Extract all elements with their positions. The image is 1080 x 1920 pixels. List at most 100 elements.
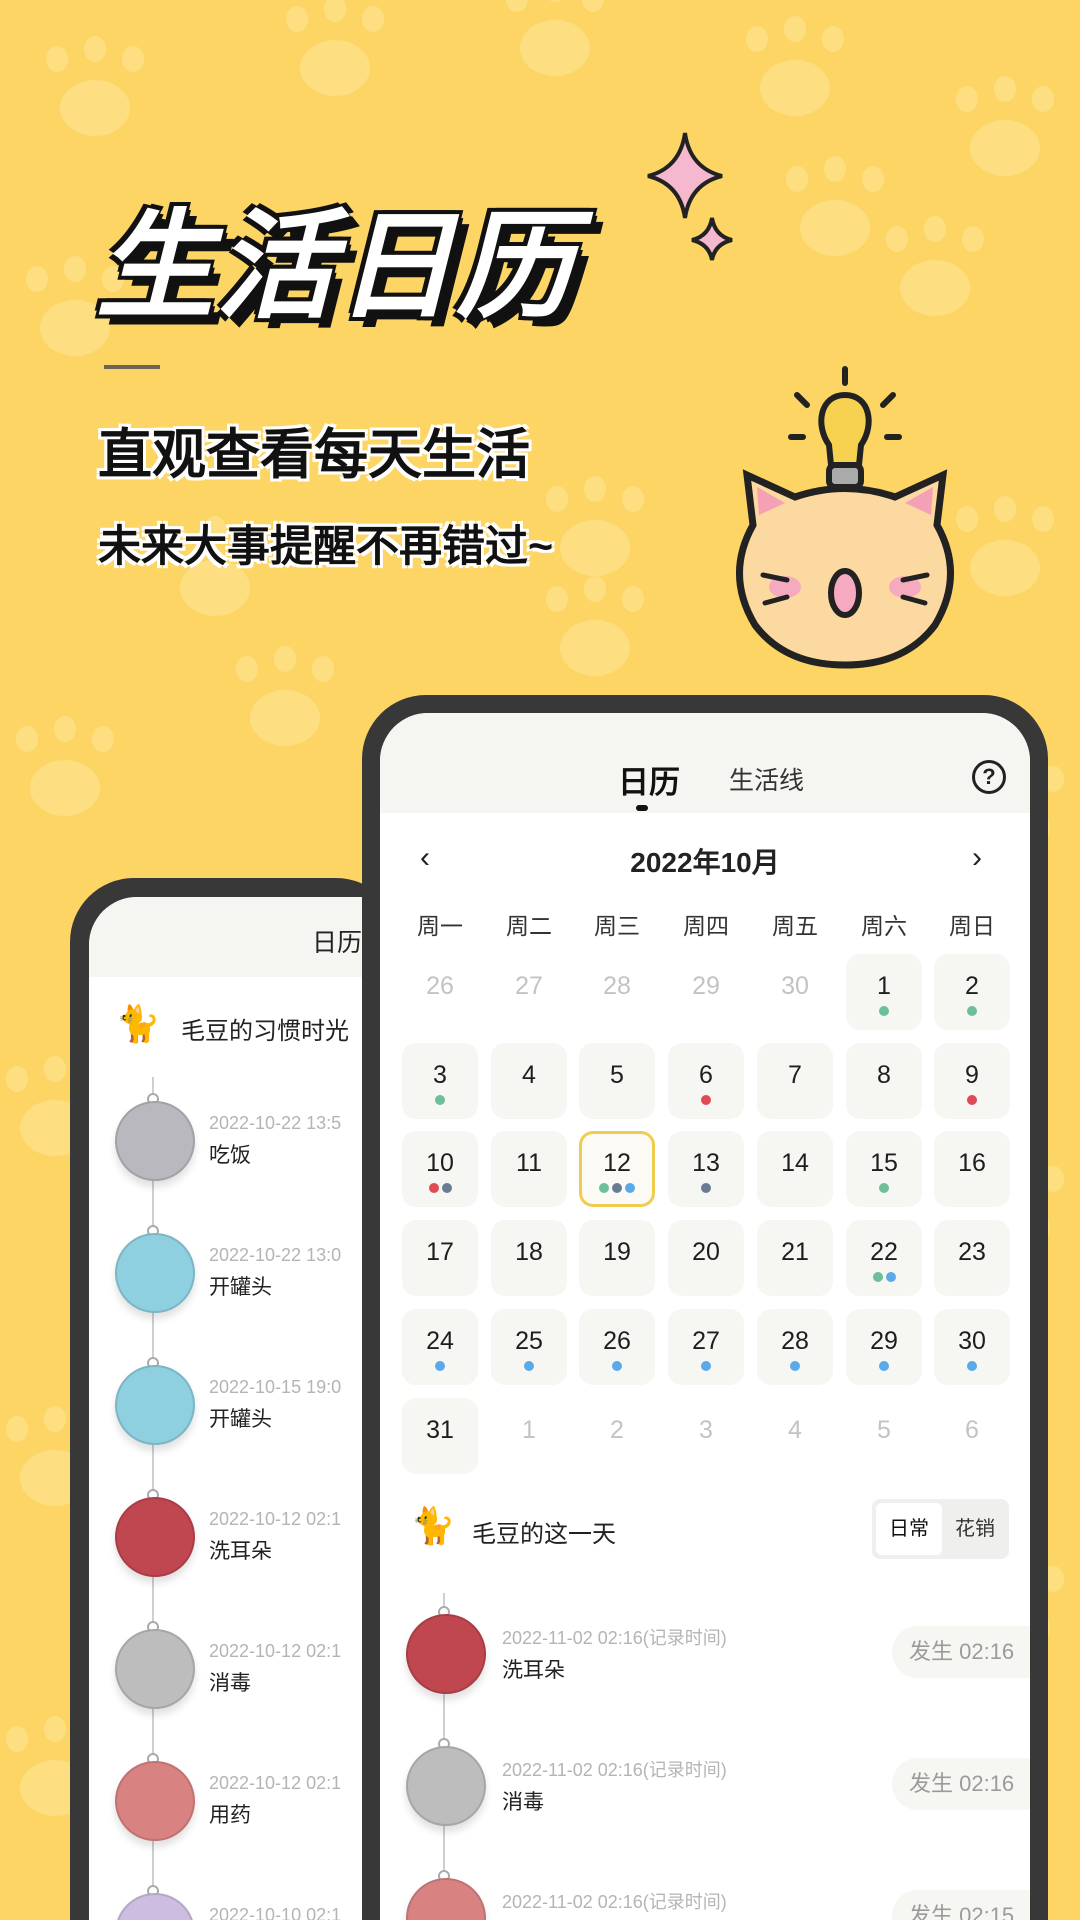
timeline-item[interactable]: 2022-10-12 02:1 消毒 <box>89 1617 389 1717</box>
segment-daily[interactable]: 日常 <box>876 1503 942 1555</box>
timeline-item[interactable]: 2022-11-02 02:16(记录时间) 洗耳朵 发生 02:16 <box>380 1602 1030 1702</box>
tab-lifeline[interactable]: 生活线 <box>729 761 804 797</box>
calendar-day[interactable]: 17 <box>402 1220 478 1297</box>
calendar-day[interactable]: 4 <box>491 1042 567 1119</box>
day-number: 15 <box>870 1149 898 1178</box>
paw-print <box>236 656 258 682</box>
timeline-item[interactable]: 2022-10-12 02:1 洗耳朵 <box>89 1485 389 1585</box>
timeline-item[interactable]: 2022-10-15 19:0 开罐头 <box>89 1353 389 1453</box>
calendar-day[interactable]: 4 <box>757 1398 833 1474</box>
paw-print <box>1032 86 1054 112</box>
calendar-day[interactable]: 25 <box>491 1308 567 1385</box>
paw-print <box>746 26 768 52</box>
timeline-item[interactable]: 2022-10-10 02:1 <box>89 1881 389 1920</box>
calendar-day[interactable]: 2 <box>934 954 1010 1030</box>
calendar-day[interactable]: 27 <box>491 954 567 1030</box>
paw-print <box>520 20 590 76</box>
calendar-day[interactable]: 11 <box>491 1131 567 1208</box>
active-tab-indicator <box>636 805 648 811</box>
promo-tagline: 未来大事提醒不再错过~ <box>98 523 554 571</box>
paw-print <box>6 1416 28 1442</box>
item-date: 2022-10-12 02:1 <box>209 1641 342 1661</box>
calendar-day[interactable]: 26 <box>402 954 478 1030</box>
item-date: 2022-11-02 02:16(记录时间) <box>502 1892 727 1912</box>
item-date: 2022-10-15 19:0 <box>209 1377 342 1397</box>
calendar-day[interactable]: 30 <box>934 1308 1010 1385</box>
calendar-day[interactable]: 5 <box>846 1398 922 1474</box>
paw-print <box>44 1406 66 1432</box>
calendar-day[interactable]: 9 <box>934 1042 1010 1119</box>
event-dots <box>579 1360 655 1371</box>
calendar-day[interactable]: 13 <box>668 1131 744 1208</box>
day-number: 4 <box>522 1060 536 1089</box>
paw-print <box>54 716 76 742</box>
calendar-day[interactable]: 29 <box>846 1308 922 1385</box>
timeline-item[interactable]: 2022-11-02 02:16(记录时间) 发生 02:15 <box>380 1866 1030 1920</box>
calendar-day[interactable]: 28 <box>757 1308 833 1385</box>
event-dots <box>934 1360 1010 1371</box>
calendar-day[interactable]: 18 <box>491 1220 567 1297</box>
calendar-day[interactable]: 3 <box>402 1042 478 1119</box>
event-dots <box>846 1006 922 1016</box>
event-dots <box>668 1360 744 1371</box>
calendar-day[interactable]: 1 <box>491 1398 567 1474</box>
calendar-day[interactable]: 14 <box>757 1131 833 1208</box>
calendar-day[interactable]: 23 <box>934 1220 1010 1297</box>
chevron-right-icon[interactable]: › <box>972 841 982 875</box>
calendar-day[interactable]: 19 <box>579 1220 655 1297</box>
event-dot-blue <box>879 1360 889 1371</box>
timeline-item[interactable]: 2022-11-02 02:16(记录时间) 消毒 发生 02:16 <box>380 1734 1030 1834</box>
event-dot-green <box>435 1094 445 1105</box>
paw-print <box>324 0 346 22</box>
day-number: 9 <box>965 1060 979 1089</box>
day-number: 14 <box>781 1149 809 1178</box>
calendar-day[interactable]: 27 <box>668 1308 744 1385</box>
calendar-day[interactable]: 20 <box>668 1220 744 1297</box>
calendar-day-selected[interactable]: 12 <box>579 1131 655 1208</box>
tab-calendar[interactable]: 日历 <box>312 923 362 959</box>
paw-print <box>6 1726 28 1752</box>
calendar-day[interactable]: 29 <box>668 954 744 1030</box>
calendar-day[interactable]: 21 <box>757 1220 833 1297</box>
calendar-day[interactable]: 6 <box>934 1398 1010 1474</box>
day-number: 23 <box>958 1238 986 1267</box>
paw-print <box>544 0 566 2</box>
calendar-day[interactable]: 7 <box>757 1042 833 1119</box>
event-dots <box>668 1183 744 1194</box>
calendar-day[interactable]: 28 <box>579 954 655 1030</box>
timeline-item[interactable]: 2022-10-22 13:5 吃饭 <box>89 1089 389 1189</box>
calendar-day[interactable]: 15 <box>846 1131 922 1208</box>
paw-print <box>956 86 978 112</box>
calendar-day[interactable]: 1 <box>846 954 922 1030</box>
question-circle-icon[interactable]: ? <box>972 760 1006 794</box>
item-name: 开罐头 <box>209 1408 272 1431</box>
calendar-day[interactable]: 2 <box>579 1398 655 1474</box>
calendar-day[interactable]: 26 <box>579 1308 655 1385</box>
day-number: 5 <box>877 1415 891 1444</box>
timeline-item[interactable]: 2022-10-12 02:1 用药 <box>89 1749 389 1849</box>
calendar-day[interactable]: 16 <box>934 1131 1010 1208</box>
disinfectant-bottle-icon <box>115 1629 195 1709</box>
event-dot-green <box>879 1183 889 1194</box>
calendar-day[interactable]: 6 <box>668 1042 744 1119</box>
day-number: 29 <box>692 972 720 1000</box>
item-name: 用药 <box>209 1804 251 1827</box>
month-label: 2022年10月 <box>630 847 780 878</box>
paw-print <box>46 46 68 72</box>
calendar-day[interactable]: 22 <box>846 1220 922 1297</box>
paw-print <box>546 586 568 612</box>
medicine-bottle-icon <box>115 1761 195 1841</box>
day-number: 28 <box>603 972 631 1000</box>
day-number: 1 <box>522 1415 536 1444</box>
calendar-day[interactable]: 31 <box>402 1397 478 1474</box>
calendar-day[interactable]: 30 <box>757 954 833 1030</box>
calendar-day[interactable]: 8 <box>846 1042 922 1119</box>
occurred-time-badge: 发生 02:15 <box>892 1890 1030 1920</box>
calendar-day[interactable]: 24 <box>402 1308 478 1385</box>
timeline-item[interactable]: 2022-10-22 13:0 开罐头 <box>89 1221 389 1321</box>
segment-expense[interactable]: 花销 <box>942 1503 1008 1555</box>
tab-calendar[interactable]: 日历 <box>618 757 680 802</box>
calendar-day[interactable]: 10 <box>402 1131 478 1208</box>
calendar-day[interactable]: 3 <box>668 1398 744 1474</box>
calendar-day[interactable]: 5 <box>579 1042 655 1119</box>
